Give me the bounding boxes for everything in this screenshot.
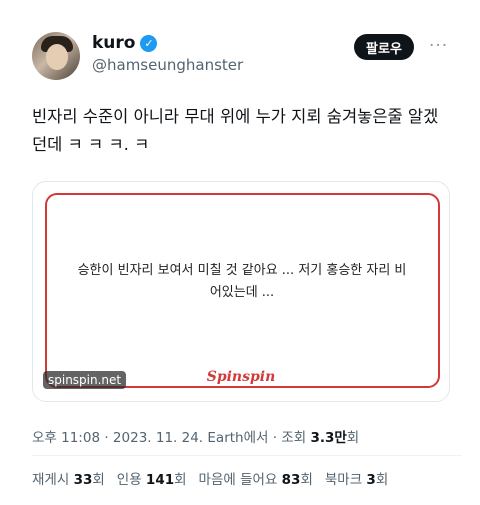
tweet-meta: 오후 11:08 · 2023. 11. 24. Earth에서 · 조회 3.… (32, 430, 360, 446)
user-handle[interactable]: @hamseunghanster (92, 56, 243, 74)
stat-likes[interactable]: 마음에 들어요 83회 (199, 468, 313, 488)
user-name[interactable]: kuro (92, 33, 135, 53)
stat-reposts[interactable]: 재게시 33회 (32, 468, 105, 488)
card-quote-line-2: 어있는데 ... (209, 285, 275, 300)
card-quote-line-1: 승한이 빈자리 보여서 미칠 것 같아요 ... 저기 홍승한 자리 비 (77, 263, 407, 278)
avatar-face (46, 44, 68, 70)
tweet-text-line-1: 빈자리 수준이 아니라 무대 위에 누가 지뢰 숨겨놓은줄 알겠 (32, 107, 439, 126)
stat-quotes[interactable]: 인용 141회 (117, 468, 187, 488)
user-name-row[interactable]: kuro ✓ (92, 33, 158, 53)
tweet-date[interactable]: 2023. 11. 24. (113, 430, 203, 446)
tweet-text: 빈자리 수준이 아니라 무대 위에 누가 지뢰 숨겨놓은줄 알겠 던데 ㅋ ㅋ … (32, 103, 462, 159)
tweet-time[interactable]: 오후 11:08 (32, 430, 100, 446)
avatar[interactable] (32, 32, 80, 80)
tweet-source: Earth에서 (207, 430, 269, 446)
card-quote: 승한이 빈자리 보여서 미칠 것 같아요 ... 저기 홍승한 자리 비 어있는… (77, 260, 407, 304)
follow-button[interactable]: 팔로우 (354, 34, 414, 60)
card-brand-text: Spinspin (200, 369, 282, 385)
divider (32, 455, 462, 456)
link-card[interactable]: 승한이 빈자리 보여서 미칠 것 같아요 ... 저기 홍승한 자리 비 어있는… (32, 181, 450, 402)
stat-bookmarks[interactable]: 북마크 3회 (325, 468, 388, 488)
more-options-icon[interactable]: ··· (429, 36, 448, 56)
tweet-text-line-2: 던데 ㅋ ㅋ ㅋ. ㅋ (32, 135, 150, 154)
engagement-stats: 재게시 33회 인용 141회 마음에 들어요 83회 북마크 3회 (32, 468, 388, 488)
views-unit: 회 (346, 430, 360, 446)
verified-badge-icon: ✓ (140, 34, 158, 52)
views-label: 조회 (281, 430, 307, 446)
views-value: 3.3만 (310, 430, 347, 446)
card-domain-badge[interactable]: spinspin.net (43, 371, 127, 389)
